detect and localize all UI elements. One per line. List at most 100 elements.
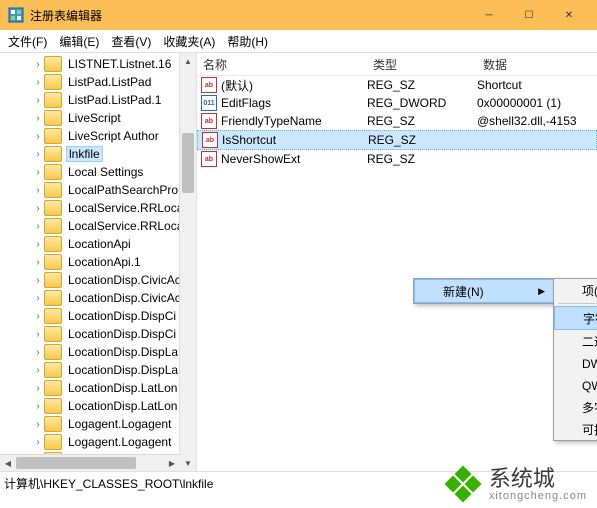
expander-icon[interactable]: › — [32, 95, 44, 106]
tree-item[interactable]: ›LocationDisp.CivicAc — [6, 271, 196, 289]
context-item[interactable]: 多字符串值(M) — [554, 396, 597, 418]
tree-item[interactable]: ›Logagent.Logagent — [6, 433, 196, 451]
binary-value-icon: 011 — [201, 95, 217, 111]
tree-item[interactable]: ›LocationDisp.DispLa — [6, 343, 196, 361]
scroll-down-icon[interactable]: ▼ — [180, 455, 196, 471]
context-item[interactable]: 可扩充字符串值(E) — [554, 418, 597, 440]
menu-favorites[interactable]: 收藏夹(A) — [163, 33, 215, 50]
tree-item[interactable]: › ListPad.ListPad.1 — [6, 91, 196, 109]
expander-icon[interactable]: › — [32, 257, 44, 268]
expander-icon[interactable]: › — [32, 347, 44, 358]
context-item[interactable]: DWORD (32 位)值(D) — [554, 352, 597, 374]
context-item[interactable]: 二进制值(B) — [554, 330, 597, 352]
expander-icon[interactable]: › — [32, 329, 44, 340]
tree-item[interactable]: ›LocationDisp.DispLa — [6, 361, 196, 379]
maximize-button[interactable]: ☐ — [509, 0, 549, 30]
folder-icon — [44, 326, 62, 342]
expander-icon[interactable]: › — [32, 113, 44, 124]
folder-icon — [44, 164, 62, 180]
expander-icon[interactable]: › — [32, 419, 44, 430]
folder-icon — [44, 344, 62, 360]
tree-item[interactable]: ›Local Settings — [6, 163, 196, 181]
expander-icon[interactable]: › — [32, 185, 44, 196]
tree-item[interactable]: ›LocationDisp.DispCi — [6, 325, 196, 343]
tree-item[interactable]: ›LocalService.RRLoca — [6, 217, 196, 235]
tree-item-label: LocationApi.1 — [66, 255, 143, 269]
tree-item[interactable]: ›lnkfile — [6, 145, 196, 163]
window-title: 注册表编辑器 — [30, 7, 102, 24]
list-row[interactable]: abNeverShowExtREG_SZ — [197, 150, 597, 168]
tree-item[interactable]: ›ListPad.ListPad — [6, 73, 196, 91]
expander-icon[interactable]: › — [32, 275, 44, 286]
expander-icon[interactable]: › — [32, 401, 44, 412]
header-name[interactable]: 名称 — [197, 56, 373, 73]
minimize-button[interactable]: ─ — [469, 0, 509, 30]
expander-icon[interactable]: › — [32, 239, 44, 250]
tree-item[interactable]: ›LocationDisp.LatLon — [6, 379, 196, 397]
expander-icon[interactable]: › — [32, 365, 44, 376]
tree-item[interactable]: › LocationApi.1 — [6, 253, 196, 271]
tree-item-label: LocationApi — [66, 237, 133, 251]
tree-item-label: ListPad.ListPad.1 — [66, 93, 163, 107]
tree-item[interactable]: › LocationApi — [6, 235, 196, 253]
folder-icon — [44, 146, 62, 162]
tree-horizontal-scrollbar[interactable]: ◀ ▶ — [0, 454, 180, 471]
menu-edit[interactable]: 编辑(E) — [59, 33, 99, 50]
expander-icon[interactable]: › — [32, 167, 44, 178]
value-name: NeverShowExt — [221, 152, 367, 166]
expander-icon[interactable]: › — [32, 77, 44, 88]
expander-icon[interactable]: › — [32, 311, 44, 322]
expander-icon[interactable]: › — [32, 59, 44, 70]
tree-item[interactable]: ›LocalService.RRLoca — [6, 199, 196, 217]
value-list[interactable]: 名称 类型 数据 ab(默认)REG_SZShortcut011EditFlag… — [197, 53, 597, 471]
menubar: 文件(F) 编辑(E) 查看(V) 收藏夹(A) 帮助(H) — [0, 30, 597, 53]
list-row[interactable]: ab(默认)REG_SZShortcut — [197, 76, 597, 94]
titlebar: 注册表编辑器 ─ ☐ ✕ — [0, 0, 597, 30]
menu-view[interactable]: 查看(V) — [111, 33, 151, 50]
value-type: REG_DWORD — [367, 96, 477, 110]
tree-item[interactable]: ›LocationDisp.CivicAc — [6, 289, 196, 307]
folder-icon — [44, 110, 62, 126]
folder-icon — [44, 416, 62, 432]
close-button[interactable]: ✕ — [549, 0, 589, 30]
folder-icon — [44, 92, 62, 108]
header-type[interactable]: 类型 — [373, 56, 483, 73]
tree-item[interactable]: ›LocationDisp.DispCi — [6, 307, 196, 325]
header-data[interactable]: 数据 — [483, 56, 597, 73]
expander-icon[interactable]: › — [32, 149, 44, 160]
expander-icon[interactable]: › — [32, 437, 44, 448]
context-item[interactable]: QWORD (64 位)值(Q) — [554, 374, 597, 396]
folder-icon — [44, 308, 62, 324]
tree-item-label: LiveScript — [66, 111, 123, 125]
scroll-thumb[interactable] — [182, 133, 194, 193]
expander-icon[interactable]: › — [32, 293, 44, 304]
value-name: FriendlyTypeName — [221, 114, 367, 128]
tree-item[interactable]: ›LocalPathSearchPro — [6, 181, 196, 199]
tree-item[interactable]: ›LiveScript Author — [6, 127, 196, 145]
expander-icon[interactable]: › — [32, 383, 44, 394]
menu-help[interactable]: 帮助(H) — [227, 33, 268, 50]
tree-item[interactable]: ›LocationDisp.LatLon — [6, 397, 196, 415]
registry-tree[interactable]: ›LISTNET.Listnet.16›ListPad.ListPad›List… — [0, 53, 197, 471]
context-item[interactable]: 项(K) — [554, 279, 597, 301]
folder-icon — [44, 218, 62, 234]
scroll-right-icon[interactable]: ▶ — [164, 455, 180, 471]
list-row[interactable]: abIsShortcutREG_SZ — [197, 130, 597, 150]
value-type: REG_SZ — [367, 114, 477, 128]
value-type: REG_SZ — [367, 152, 477, 166]
tree-item[interactable]: › LiveScript — [6, 109, 196, 127]
context-item[interactable]: 字符串值(S) — [554, 306, 597, 330]
menu-file[interactable]: 文件(F) — [8, 33, 47, 50]
scroll-thumb[interactable] — [16, 457, 136, 469]
tree-vertical-scrollbar[interactable]: ▲ ▼ — [179, 53, 196, 471]
list-row[interactable]: abFriendlyTypeNameREG_SZ@shell32.dll,-41… — [197, 112, 597, 130]
context-item-new[interactable]: 新建(N) ▶ — [414, 279, 554, 303]
scroll-left-icon[interactable]: ◀ — [0, 455, 16, 471]
expander-icon[interactable]: › — [32, 131, 44, 142]
expander-icon[interactable]: › — [32, 203, 44, 214]
tree-item[interactable]: ›LISTNET.Listnet.16 — [6, 55, 196, 73]
scroll-up-icon[interactable]: ▲ — [180, 53, 196, 69]
expander-icon[interactable]: › — [32, 221, 44, 232]
list-row[interactable]: 011EditFlagsREG_DWORD0x00000001 (1) — [197, 94, 597, 112]
tree-item[interactable]: ›Logagent.Logagent — [6, 415, 196, 433]
